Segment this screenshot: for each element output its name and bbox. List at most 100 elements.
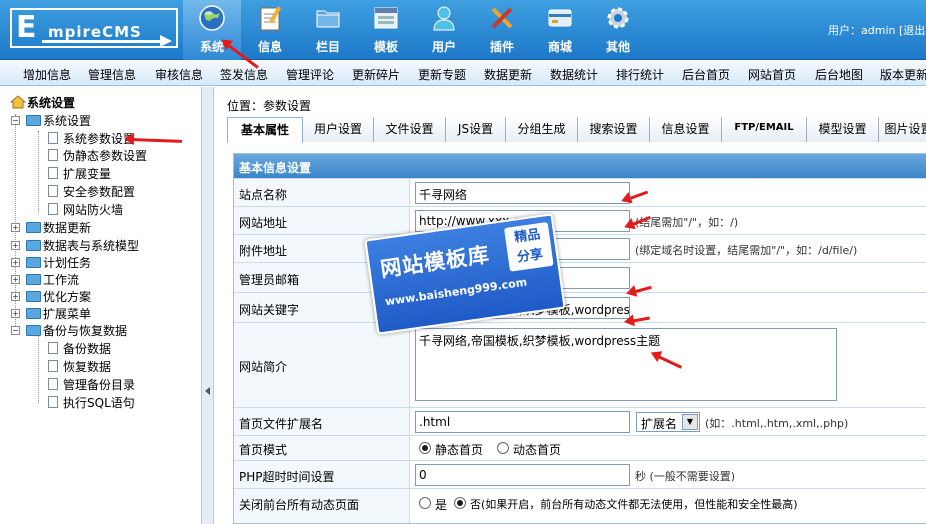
page-icon bbox=[48, 396, 58, 408]
quick-data-update[interactable]: 数据更新 bbox=[484, 66, 532, 83]
radio-static-index[interactable] bbox=[419, 442, 431, 454]
sidebar-item-backup-data[interactable]: 备份数据 bbox=[63, 342, 111, 356]
quick-version-update[interactable]: 版本更新 bbox=[880, 66, 926, 83]
collapse-toggle[interactable]: − bbox=[11, 116, 20, 125]
topnav-plugin-label: 插件 bbox=[489, 40, 514, 54]
sidebar-splitter[interactable] bbox=[202, 87, 214, 524]
row-php-timeout: PHP超时时间设置 0 秒 (一般不需要设置) bbox=[234, 460, 926, 488]
window-icon bbox=[374, 7, 398, 29]
topnav-info[interactable]: 信息 bbox=[241, 0, 299, 60]
expand-toggle[interactable]: + bbox=[11, 223, 20, 232]
tab-group[interactable]: 分组生成 bbox=[506, 117, 578, 142]
quick-rank-stats[interactable]: 排行统计 bbox=[616, 66, 664, 83]
tab-basic[interactable]: 基本属性 bbox=[227, 117, 303, 143]
page-icon bbox=[48, 378, 58, 390]
main-content: 位置：参数设置 基本属性 用户设置 文件设置 JS设置 分组生成 搜索设置 信息… bbox=[215, 87, 926, 524]
expand-toggle[interactable]: + bbox=[11, 292, 20, 301]
page-icon bbox=[48, 203, 58, 215]
field-label: 首页模式 bbox=[239, 443, 288, 457]
sidebar-item-backup[interactable]: 备份与恢复数据 bbox=[43, 324, 127, 338]
sidebar-item-extend-vars[interactable]: 扩展变量 bbox=[63, 167, 111, 181]
expand-toggle[interactable]: + bbox=[11, 309, 20, 318]
sidebar-item-data-tables[interactable]: 数据表与系统模型 bbox=[43, 239, 139, 253]
row-index-mode: 首页模式 静态首页 动态首页 bbox=[234, 435, 926, 460]
topnav-shop[interactable]: 商城 bbox=[531, 0, 589, 60]
field-value-cell: 静态首页 动态首页 bbox=[409, 436, 926, 460]
chevron-down-icon[interactable]: ▼ bbox=[682, 414, 698, 430]
sidebar-item-optimize[interactable]: 优化方案 bbox=[43, 290, 91, 304]
topnav-user[interactable]: 用户 bbox=[415, 0, 473, 60]
quick-manage-info[interactable]: 管理信息 bbox=[88, 66, 136, 83]
site-name-input[interactable]: 千寻网络 bbox=[415, 182, 630, 204]
tab-info[interactable]: 信息设置 bbox=[650, 117, 722, 142]
tab-image[interactable]: 图片设置 bbox=[879, 117, 926, 142]
radio-dynamic-index[interactable] bbox=[497, 442, 509, 454]
ext-select-value: 扩展名 bbox=[641, 417, 678, 431]
empirecms-logo[interactable]: E mpireCMS bbox=[10, 8, 178, 48]
page-icon bbox=[48, 185, 58, 197]
radio-close-no[interactable] bbox=[454, 497, 466, 509]
quick-audit-info[interactable]: 审核信息 bbox=[155, 66, 203, 83]
sidebar-item-rewrite-params[interactable]: 伪静态参数设置 bbox=[63, 149, 147, 163]
collapse-toggle[interactable]: − bbox=[11, 326, 20, 335]
tab-js[interactable]: JS设置 bbox=[446, 117, 506, 142]
radio-label: 否(如果开启，前台所有动态文件都无法使用，但性能和安全性最高) bbox=[470, 498, 798, 511]
tab-model[interactable]: 模型设置 bbox=[807, 117, 879, 142]
sidebar-item-data-update[interactable]: 数据更新 bbox=[43, 221, 91, 235]
php-timeout-input[interactable]: 0 bbox=[415, 464, 630, 486]
sidebar-item-restore-data[interactable]: 恢复数据 bbox=[63, 360, 111, 374]
folder-icon bbox=[26, 222, 41, 233]
field-value-cell: .html 扩展名 ▼ (如：.html,.htm,.xml,.php) bbox=[409, 408, 926, 435]
radio-close-yes[interactable] bbox=[419, 497, 431, 509]
topnav-plugin[interactable]: 插件 bbox=[473, 0, 531, 60]
row-index-ext: 首页文件扩展名 .html 扩展名 ▼ (如：.html,.htm,.xml,.… bbox=[234, 407, 926, 435]
sidebar-item-extend-menu[interactable]: 扩展菜单 bbox=[43, 307, 91, 321]
topnav-column[interactable]: 栏目 bbox=[299, 0, 357, 60]
quick-data-stats[interactable]: 数据统计 bbox=[550, 66, 598, 83]
tab-search[interactable]: 搜索设置 bbox=[578, 117, 650, 142]
intro-textarea[interactable]: 千寻网络,帝国模板,织梦模板,wordpress主题 bbox=[415, 328, 837, 401]
quick-admin-home[interactable]: 后台首页 bbox=[682, 66, 730, 83]
topnav-template[interactable]: 模板 bbox=[357, 0, 415, 60]
quick-admin-map[interactable]: 后台地图 bbox=[815, 66, 863, 83]
field-value-cell: 千寻网络,帝国模板,织梦模板,wordpress主题 bbox=[409, 323, 926, 407]
tab-user[interactable]: 用户设置 bbox=[303, 117, 374, 142]
folder-icon bbox=[26, 257, 41, 268]
quick-update-fragments[interactable]: 更新碎片 bbox=[352, 66, 400, 83]
sidebar-item-firewall[interactable]: 网站防火墙 bbox=[63, 203, 123, 217]
tab-file[interactable]: 文件设置 bbox=[374, 117, 446, 142]
radio-label: 动态首页 bbox=[513, 443, 562, 457]
field-value-cell: 0 秒 (一般不需要设置) bbox=[409, 461, 926, 488]
sidebar-item-backup-dir[interactable]: 管理备份目录 bbox=[63, 378, 135, 392]
topnav-other[interactable]: 其他 bbox=[589, 0, 647, 60]
sidebar-item-workflow[interactable]: 工作流 bbox=[43, 273, 79, 287]
topnav-system[interactable]: 系统 bbox=[183, 0, 241, 60]
field-label: 站点名称 bbox=[239, 188, 288, 202]
sidebar-item-security[interactable]: 安全参数配置 bbox=[63, 185, 135, 199]
field-value-cell: 是 否(如果开启，前台所有动态文件都无法使用，但性能和安全性最高) bbox=[409, 489, 926, 523]
user-status[interactable]: 用户：admin [退出] bbox=[828, 22, 926, 38]
expand-toggle[interactable]: + bbox=[11, 275, 20, 284]
topnav-column-label: 栏目 bbox=[315, 40, 340, 54]
quick-add-info[interactable]: 增加信息 bbox=[23, 66, 71, 83]
quick-update-topics[interactable]: 更新专题 bbox=[418, 66, 466, 83]
sidebar-item-schedule[interactable]: 计划任务 bbox=[43, 256, 91, 270]
quick-site-home[interactable]: 网站首页 bbox=[748, 66, 796, 83]
tab-ftp-email[interactable]: FTP/EMAIL bbox=[722, 117, 807, 142]
field-label: 网站地址 bbox=[239, 216, 288, 230]
quick-sign-info[interactable]: 签发信息 bbox=[220, 66, 268, 83]
field-label: 关闭前台所有动态页面 bbox=[239, 498, 360, 512]
index-ext-input[interactable]: .html bbox=[415, 411, 630, 433]
collapse-left-icon[interactable] bbox=[205, 387, 210, 395]
ext-select[interactable]: 扩展名 ▼ bbox=[636, 412, 700, 432]
page-icon bbox=[48, 132, 58, 144]
expand-toggle[interactable]: + bbox=[11, 258, 20, 267]
gear-icon bbox=[607, 7, 629, 29]
sidebar-item-run-sql[interactable]: 执行SQL语句 bbox=[63, 396, 135, 410]
sidebar-item-system-settings[interactable]: 系统设置 bbox=[43, 114, 91, 128]
row-site-name: 站点名称 千寻网络 bbox=[234, 178, 926, 206]
quick-menu-bar: 增加信息 管理信息 审核信息 签发信息 管理评论 更新碎片 更新专题 数据更新 … bbox=[0, 61, 926, 86]
folder-icon bbox=[26, 291, 41, 302]
expand-toggle[interactable]: + bbox=[11, 241, 20, 250]
quick-manage-comments[interactable]: 管理评论 bbox=[286, 66, 334, 83]
